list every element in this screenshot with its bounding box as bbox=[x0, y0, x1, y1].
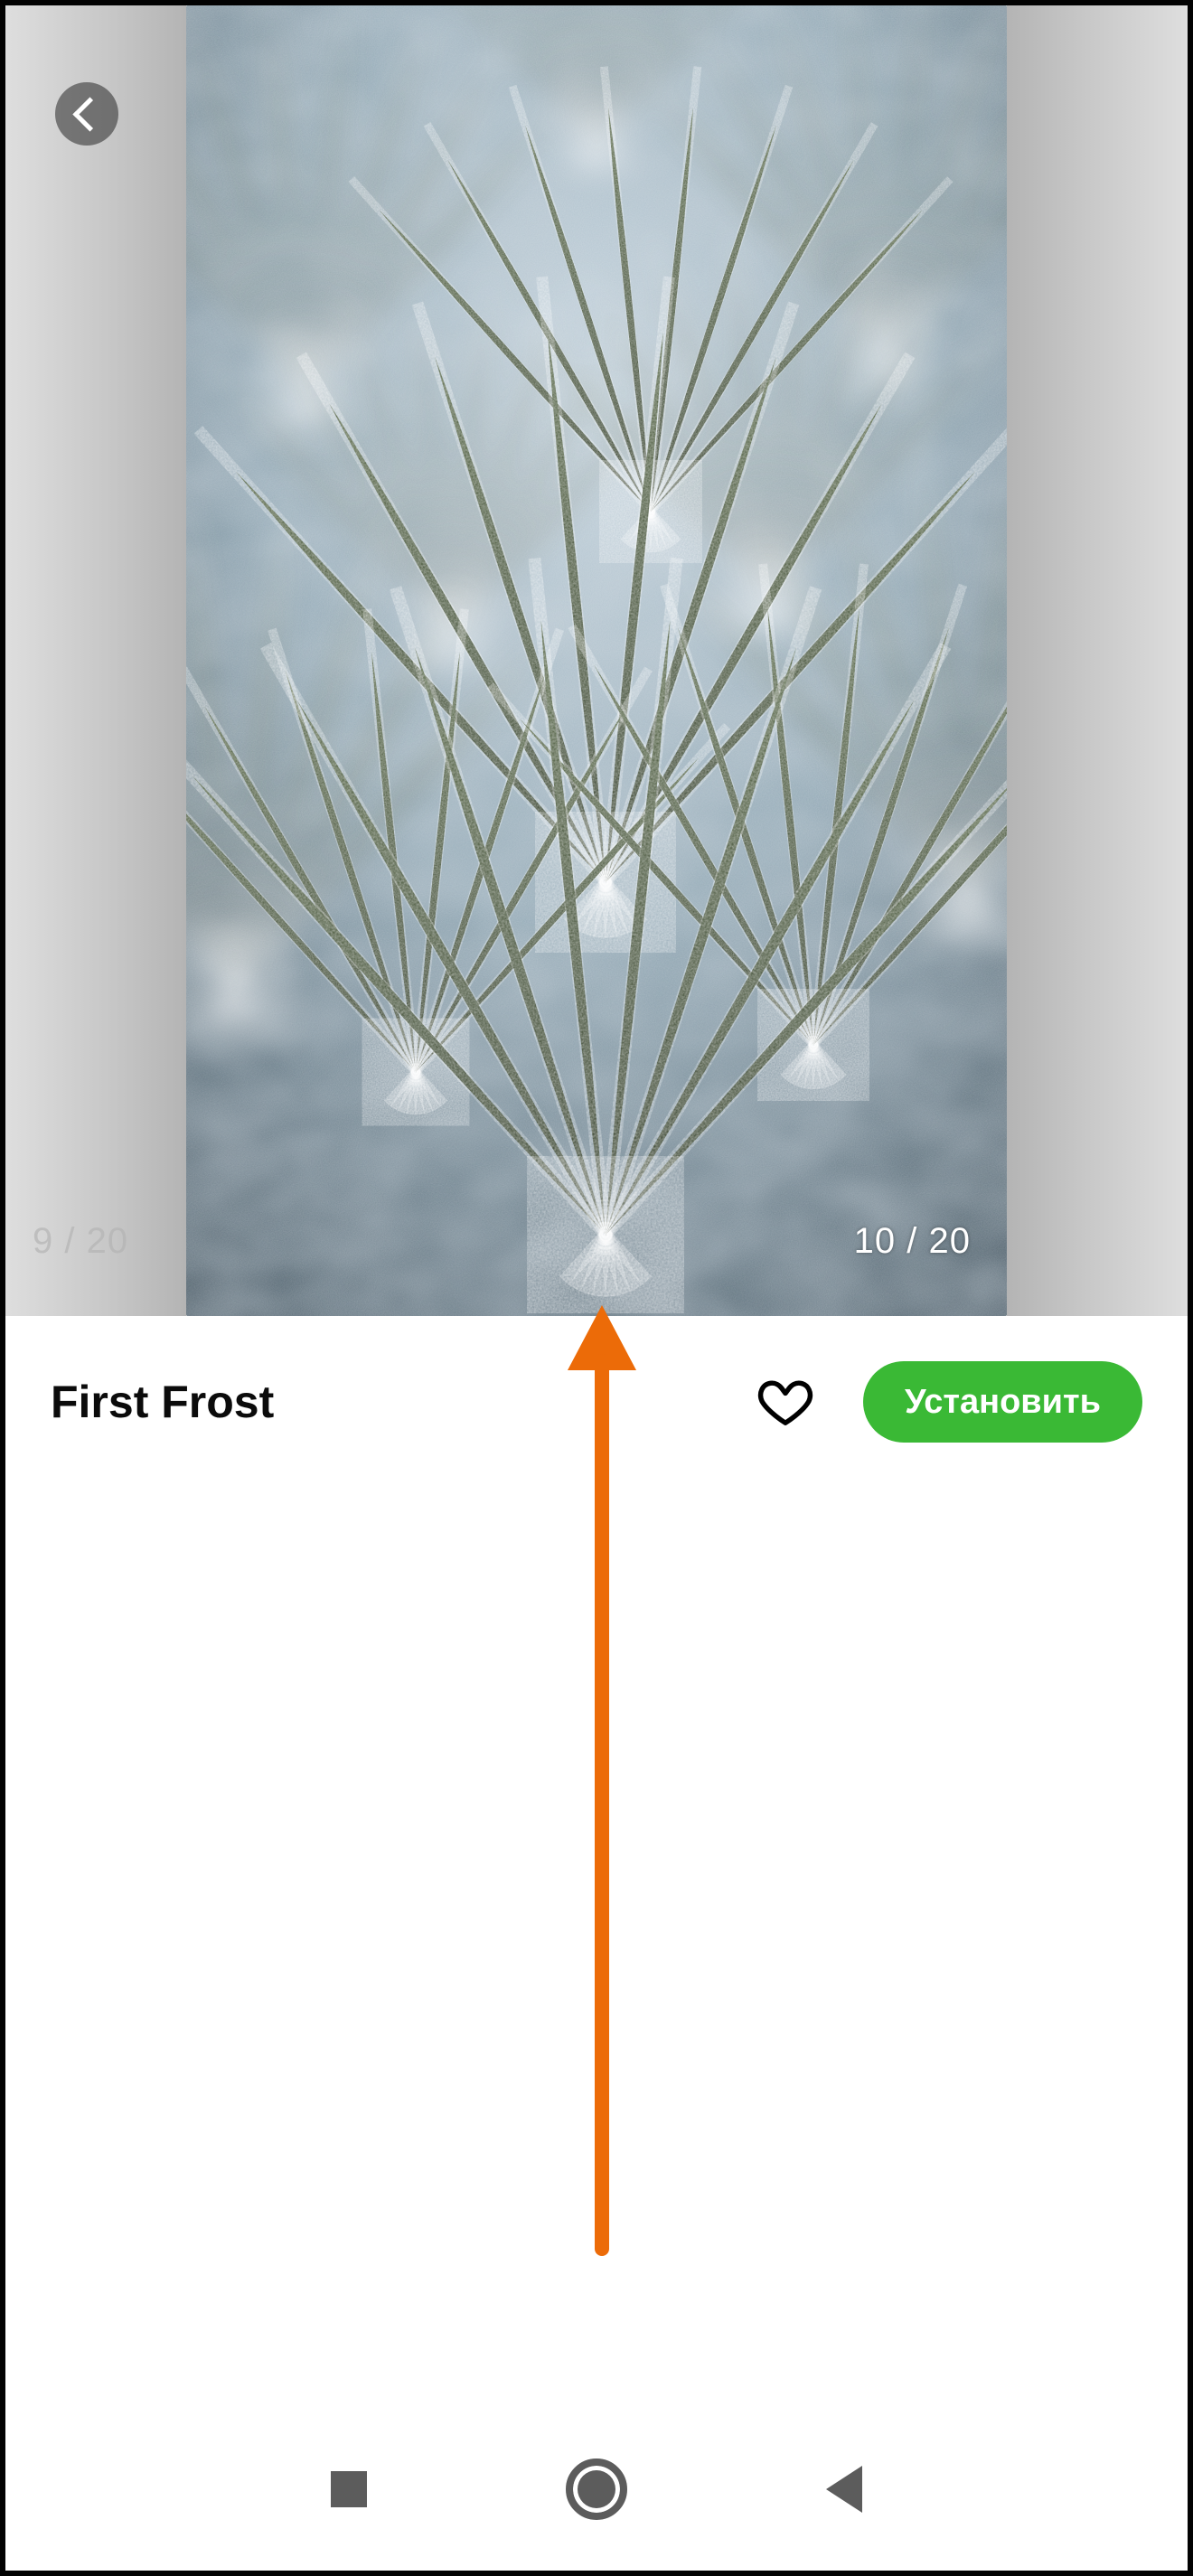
nav-back-button[interactable] bbox=[826, 2466, 862, 2513]
install-button-label: Установить bbox=[905, 1383, 1101, 1422]
wallpaper-carousel[interactable]: 9 / 20 10 / 20 bbox=[5, 5, 1188, 1316]
carousel-prev-peek[interactable] bbox=[5, 5, 186, 1316]
carousel-prev-counter: 9 / 20 bbox=[33, 1221, 128, 1262]
wallpaper-preview-image[interactable] bbox=[186, 5, 1007, 1316]
phone-screenshot-frame: 9 / 20 10 / 20 First Frost Установить bbox=[0, 0, 1193, 2576]
carousel-page-counter: 10 / 20 bbox=[854, 1221, 971, 1262]
favorite-button[interactable] bbox=[757, 1374, 813, 1430]
back-button[interactable] bbox=[55, 82, 118, 146]
nav-recent-apps-button[interactable] bbox=[331, 2471, 367, 2507]
wallpaper-info-bar: First Frost Установить bbox=[5, 1316, 1188, 1488]
nav-home-button[interactable] bbox=[566, 2458, 627, 2520]
chevron-left-icon bbox=[72, 97, 107, 131]
android-nav-bar bbox=[5, 2408, 1188, 2571]
wallpaper-title: First Frost bbox=[51, 1376, 274, 1428]
carousel-next-peek[interactable] bbox=[1007, 5, 1188, 1316]
heart-outline-icon bbox=[757, 1374, 813, 1430]
install-button[interactable]: Установить bbox=[863, 1361, 1142, 1443]
